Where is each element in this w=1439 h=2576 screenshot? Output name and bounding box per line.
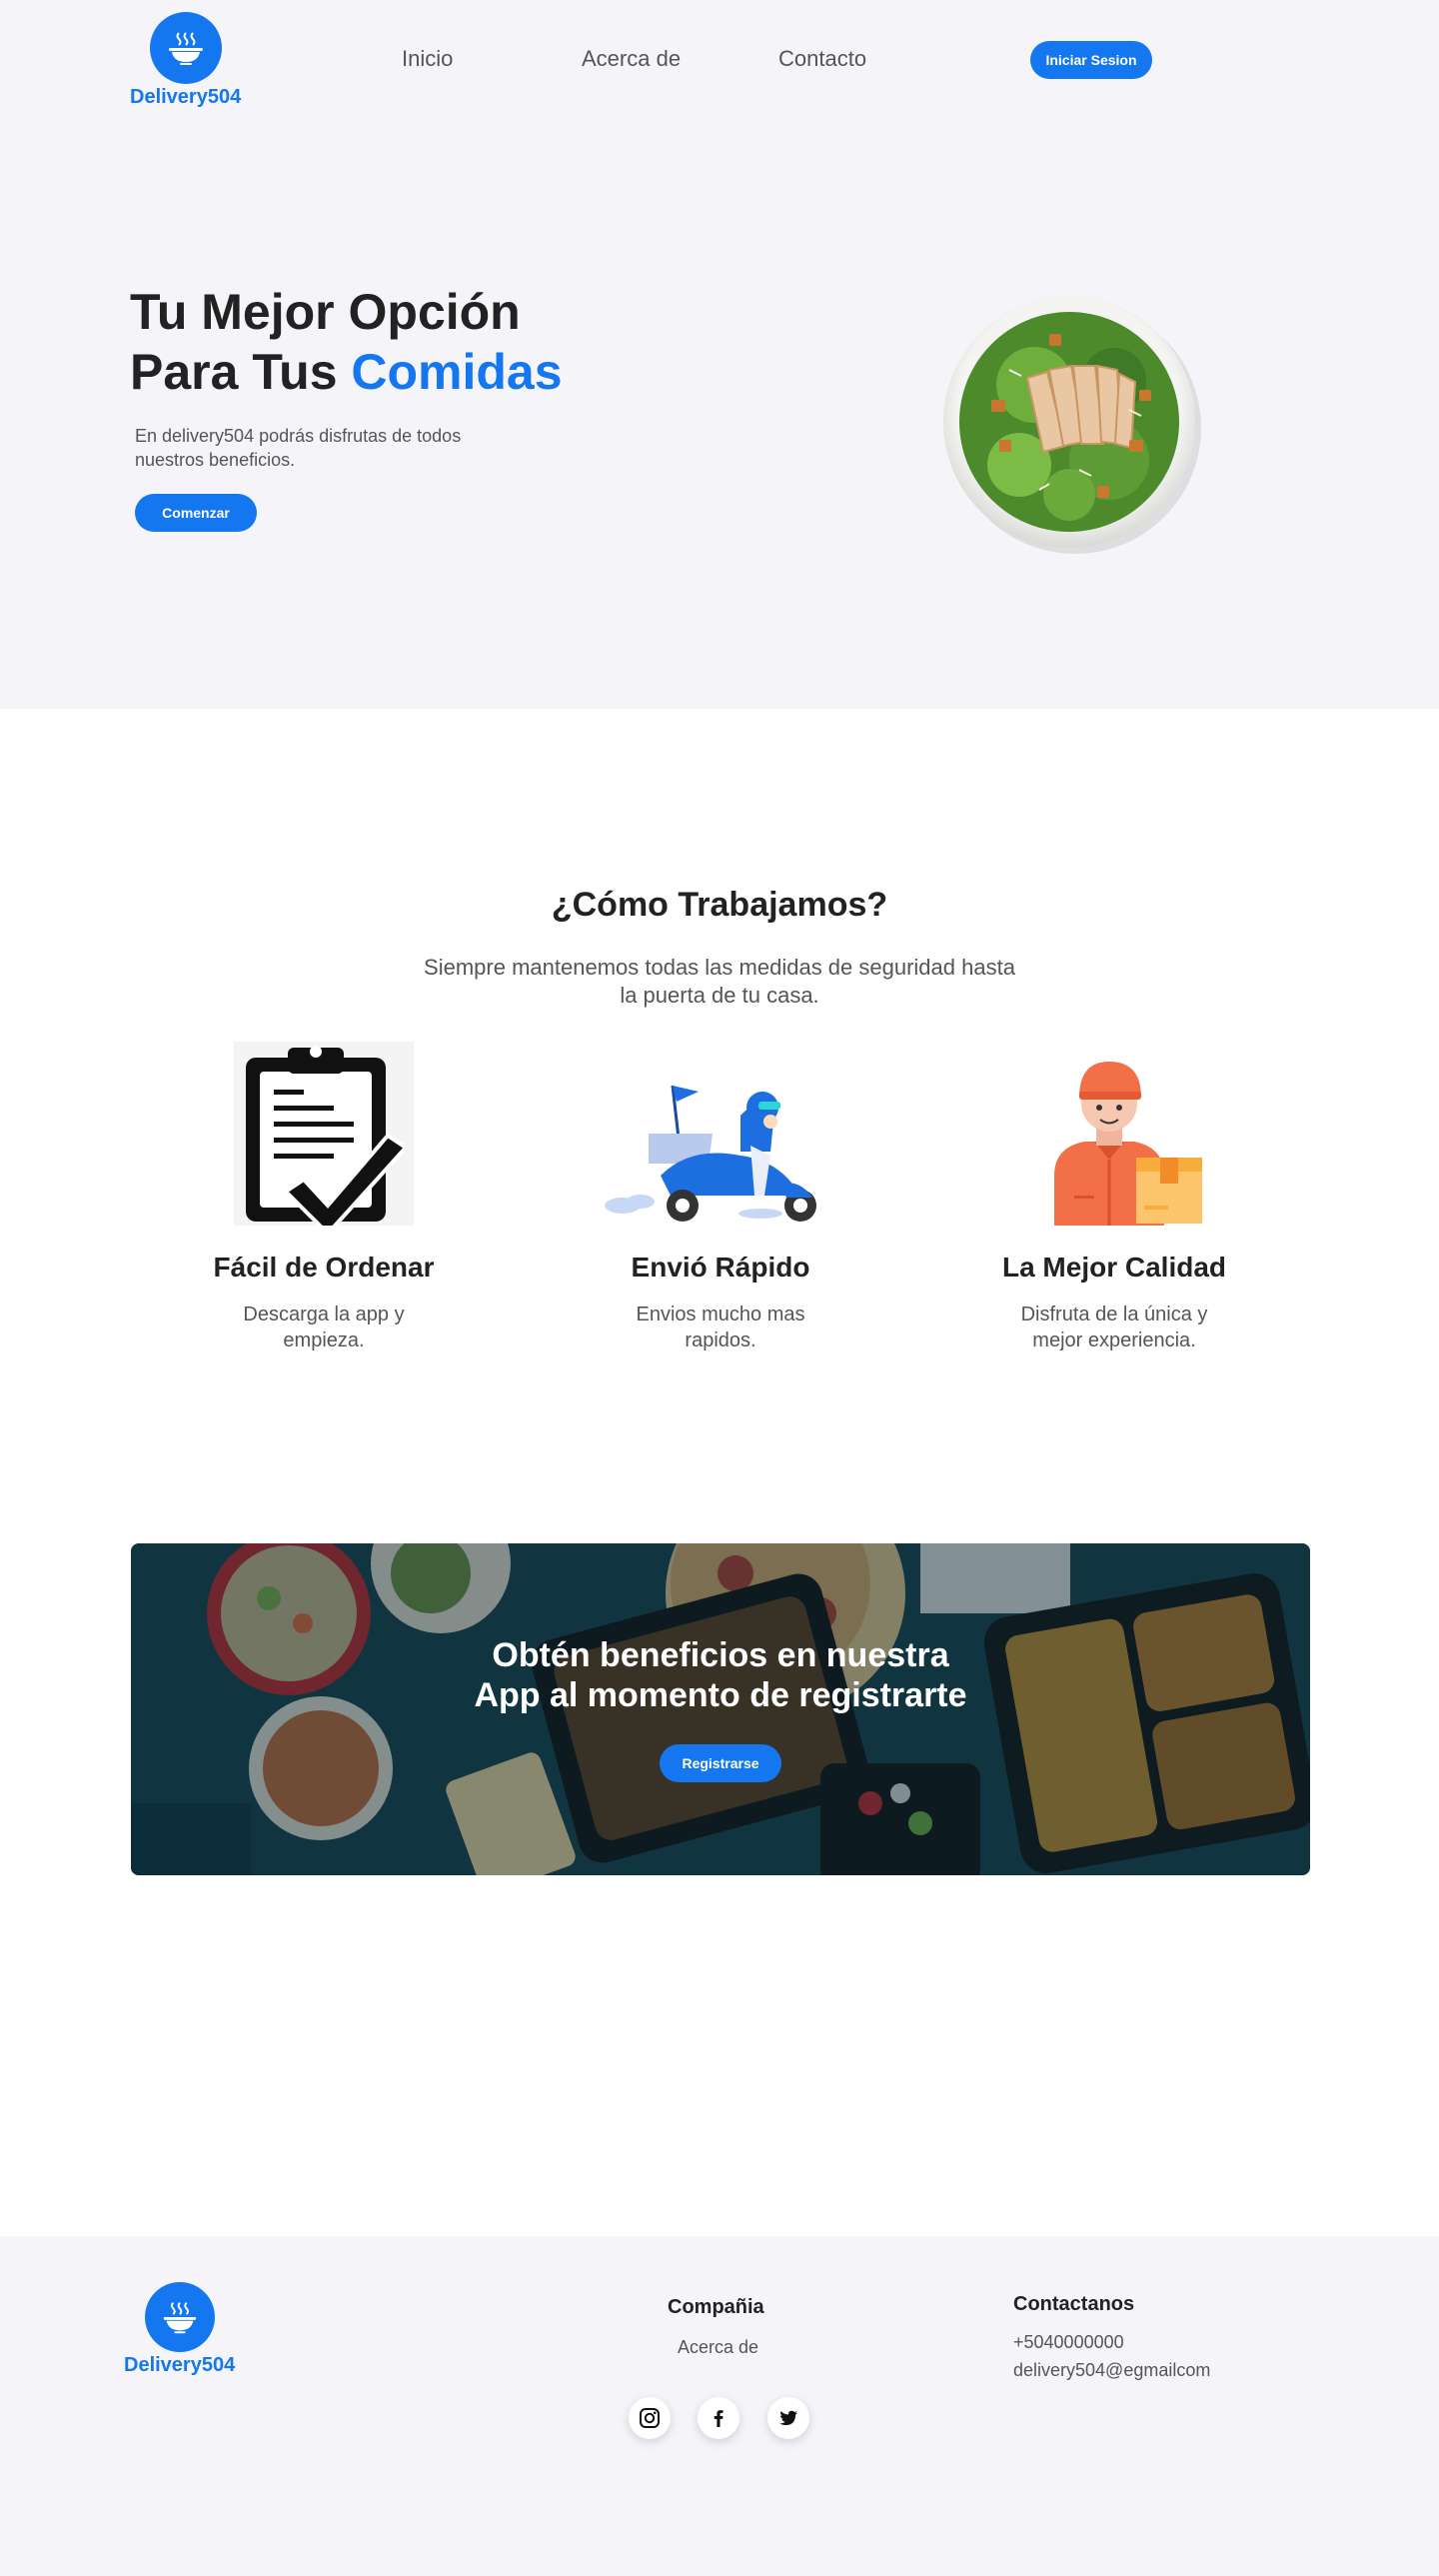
nav-link-contacto[interactable]: Contacto	[778, 46, 866, 72]
feature-easy-order: Fácil de Ordenar Descarga la app y empie…	[164, 1040, 484, 1353]
brand-name: Delivery504	[130, 86, 242, 108]
contact-email: delivery504@egmailcom	[1013, 2360, 1211, 2380]
feature-best-quality: La Mejor Calidad Disfruta de la única y …	[954, 1040, 1274, 1353]
company-heading: Compañia	[668, 2296, 764, 2318]
feature-title: La Mejor Calidad	[1001, 1252, 1227, 1283]
bowl-icon	[144, 2282, 215, 2352]
hero-description: En delivery504 podrás disfrutas de todos…	[135, 426, 462, 470]
login-button[interactable]: Iniciar Sesion	[1030, 41, 1152, 79]
nav-link-inicio[interactable]: Inicio	[402, 46, 453, 72]
feature-description: Disfruta de la única y mejor experiencia…	[1020, 1303, 1208, 1351]
hero-title-line2-prefix: Para Tus	[130, 344, 352, 400]
feature-fast-delivery: Envió Rápido Envios mucho mas rapidos.	[561, 1040, 880, 1353]
hero-section: Delivery504 Inicio Acerca de Contacto In…	[0, 0, 1439, 709]
register-button[interactable]: Registrarse	[660, 1744, 781, 1782]
how-we-work-title: ¿Cómo Trabajamos?	[551, 886, 888, 924]
facebook-icon[interactable]	[698, 2397, 739, 2439]
hero-title-accent: Comidas	[351, 344, 563, 400]
contact-phone: +5040000000	[1013, 2332, 1124, 2352]
bowl-icon	[149, 12, 222, 84]
delivery-person-icon	[1054, 1062, 1202, 1226]
promo-banner: Obtén beneficios en nuestra App al momen…	[131, 1543, 1310, 1875]
footer: Delivery504 Compañia Acerca de Contactan…	[0, 2236, 1439, 2576]
hero-title: Tu Mejor Opción Para Tus Comidas	[130, 282, 563, 402]
footer-logo[interactable]: Delivery504	[124, 2282, 235, 2377]
instagram-icon[interactable]	[629, 2397, 671, 2439]
footer-brand-name: Delivery504	[124, 2354, 236, 2376]
contact-heading: Contactanos	[1013, 2293, 1135, 2315]
start-button[interactable]: Comenzar	[135, 494, 257, 532]
feature-title: Fácil de Ordenar	[213, 1252, 435, 1283]
header-logo[interactable]: Delivery504	[130, 12, 241, 109]
delivery-scooter-icon	[605, 1085, 816, 1222]
twitter-icon[interactable]	[767, 2397, 809, 2439]
salad-plate-image	[929, 290, 1209, 555]
clipboard-check-icon	[234, 1042, 414, 1226]
feature-title: Envió Rápido	[631, 1252, 810, 1283]
how-we-work-subtitle: Siempre mantenemos todas las medidas de …	[424, 955, 1015, 1008]
hero-title-line1: Tu Mejor Opción	[130, 284, 521, 340]
promo-title-line2: App al momento de registrarte	[474, 1676, 967, 1714]
nav-link-acerca-de[interactable]: Acerca de	[582, 46, 681, 72]
promo-title-line1: Obtén beneficios en nuestra	[492, 1636, 949, 1674]
feature-description: Envios mucho mas rapidos.	[636, 1303, 805, 1351]
footer-link-acerca-de[interactable]: Acerca de	[678, 2337, 758, 2358]
feature-description: Descarga la app y empieza.	[243, 1303, 405, 1351]
promo-title: Obtén beneficios en nuestra App al momen…	[131, 1635, 1310, 1715]
